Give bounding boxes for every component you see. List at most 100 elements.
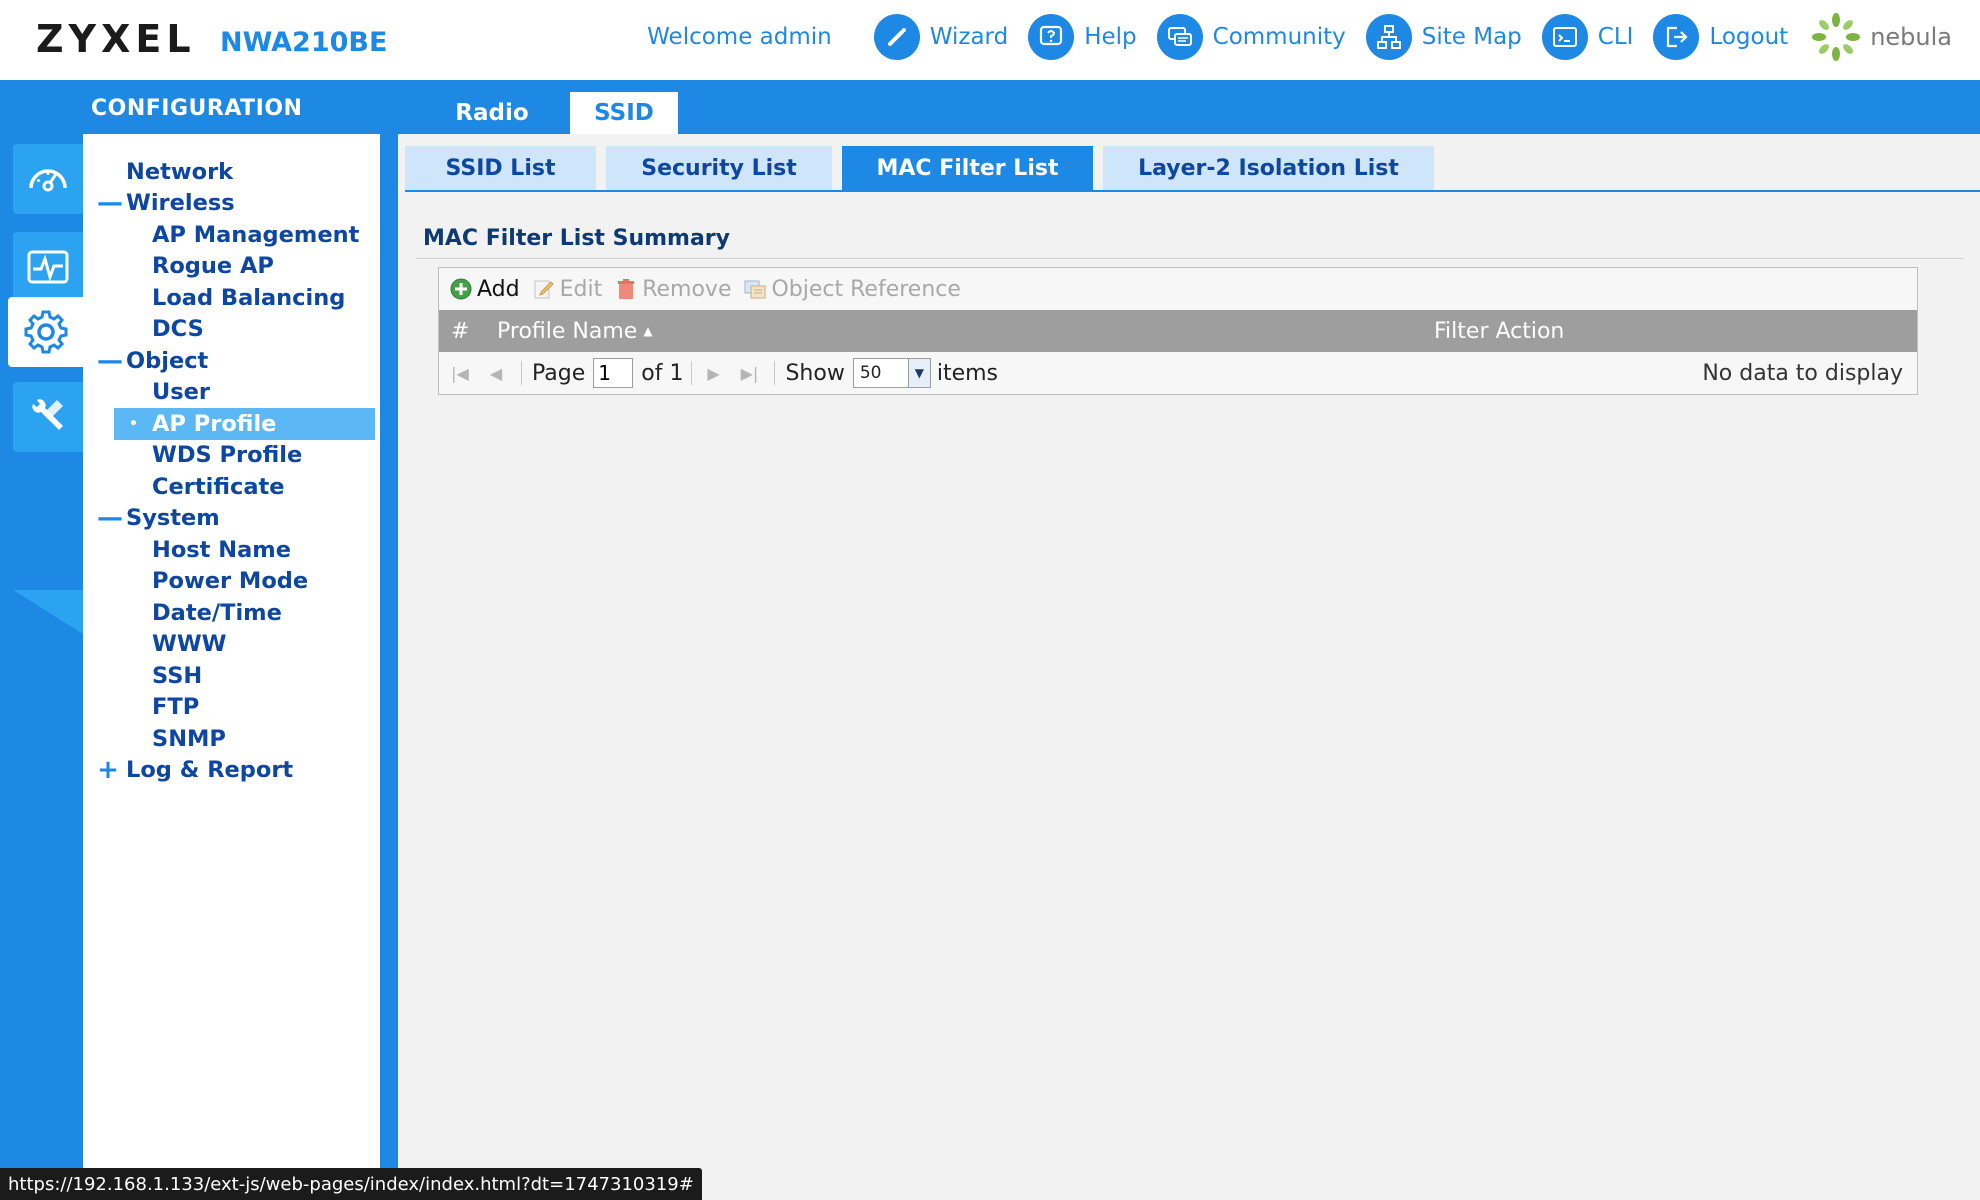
section-title: CONFIGURATION [91,96,303,121]
items-per-page-select[interactable]: 50 ▼ [852,358,931,388]
sub-tab-bar: SSID List Security List MAC Filter List … [405,146,1444,190]
logout-link[interactable]: Logout [1653,14,1788,60]
nebula-link[interactable]: nebula [1810,11,1952,63]
panel-splitter[interactable] [380,134,398,1200]
remove-label: Remove [642,276,732,302]
page-label: Page [532,360,586,386]
trash-icon [618,279,635,299]
tree-item-snmp[interactable]: SNMP [83,723,380,755]
tree-label: Wireless [126,190,235,217]
subtab-security-list[interactable]: Security List [606,146,832,190]
grid-toolbar: Add Edit Remove Object Reference [439,268,1917,310]
show-label: Show [785,360,845,386]
tree-label: System [126,505,220,532]
monitor-icon [27,250,69,284]
previous-page-icon[interactable]: ◀ [485,361,507,385]
object-reference-button[interactable]: Object Reference [743,277,961,302]
no-data-message: No data to display [1702,360,1903,386]
nebula-icon [1812,13,1861,61]
tree-item-log-report[interactable]: + Log & Report [83,755,380,787]
tree-item-ap-management[interactable]: AP Management [83,219,380,251]
tree-label: WDS Profile [152,442,303,469]
page-number-input[interactable] [593,358,634,388]
community-link[interactable]: Community [1156,14,1346,60]
wizard-link[interactable]: Wizard [873,14,1008,60]
tree-label: Network [126,158,234,185]
remove-button[interactable]: Remove [614,277,731,302]
collapse-icon[interactable]: — [97,503,123,533]
tree-label: Object [126,347,209,374]
tab-ssid[interactable]: SSID [570,92,678,134]
last-page-icon[interactable]: ▶| [738,361,760,385]
tree-label: DCS [152,316,204,343]
items-label: items [936,360,999,386]
tree-item-wds-profile[interactable]: WDS Profile [83,440,380,472]
logout-icon [1653,14,1700,60]
column-header-label: Profile Name [497,318,638,344]
chat-icon [1156,14,1203,60]
edit-button[interactable]: Edit [532,276,603,302]
subtab-ssid-list[interactable]: SSID List [405,146,596,190]
rail-maintenance-button[interactable] [13,382,83,452]
tree-item-load-balancing[interactable]: Load Balancing [83,282,380,314]
left-rail [0,134,83,1200]
rail-configuration-button[interactable] [8,297,83,367]
tree-item-ap-profile[interactable]: • AP Profile [114,408,375,440]
next-page-icon[interactable]: ▶ [702,361,724,385]
tree-item-wireless[interactable]: — Wireless [83,188,380,220]
cli-label: CLI [1597,24,1634,50]
tree-item-certificate[interactable]: Certificate [83,471,380,503]
collapse-icon[interactable]: — [97,188,123,218]
first-page-icon[interactable]: |◀ [449,361,471,385]
navigation-tree: Network — Wireless AP Management Rogue AP… [83,156,380,786]
tree-label: Load Balancing [152,284,346,311]
collapse-icon[interactable]: — [97,346,123,376]
pager-separator [691,361,693,385]
tree-label: Certificate [152,473,285,500]
tree-item-user[interactable]: User [83,377,380,409]
expand-icon[interactable]: + [97,755,119,785]
terminal-icon [1541,14,1588,60]
tree-label: Date/Time [152,599,282,626]
tab-radio[interactable]: Radio [418,92,566,134]
gear-icon [24,310,67,354]
tree-item-ftp[interactable]: FTP [83,692,380,724]
tree-item-network[interactable]: Network [83,156,380,188]
object-reference-icon [744,280,766,299]
welcome-text: Welcome admin [647,24,832,50]
rail-dashboard-button[interactable] [13,144,83,214]
column-header-profile-name[interactable]: Profile Name ▲ [497,319,653,344]
tree-label: SNMP [152,725,226,752]
add-button[interactable]: Add [449,277,520,302]
tree-label: AP Profile [152,410,277,437]
tree-item-system[interactable]: — System [83,503,380,535]
column-header-filter-action[interactable]: Filter Action [1434,319,1564,344]
edit-label: Edit [559,276,603,302]
tree-item-ssh[interactable]: SSH [83,660,380,692]
dashboard-icon [29,169,67,192]
help-link[interactable]: Help [1028,14,1137,60]
site-map-link[interactable]: Site Map [1365,14,1522,60]
add-label: Add [477,276,520,302]
subtab-layer2-isolation-list[interactable]: Layer-2 Isolation List [1103,146,1434,190]
tree-item-power-mode[interactable]: Power Mode [83,566,380,598]
tree-item-object[interactable]: — Object [83,345,380,377]
selected-dot-icon: • [129,415,138,432]
tree-label: User [152,379,211,406]
sub-tab-underline [405,190,1980,192]
sort-ascending-icon: ▲ [643,324,653,338]
tree-item-www[interactable]: WWW [83,629,380,661]
pager-separator [521,361,522,385]
chevron-down-icon[interactable]: ▼ [907,359,930,387]
sitemap-icon [1365,14,1412,60]
tree-label: Host Name [152,536,291,563]
top-navigation: Welcome admin Wizard Help Community Site… [647,12,1952,62]
cli-link[interactable]: CLI [1541,14,1634,60]
tree-item-rogue-ap[interactable]: Rogue AP [83,251,380,283]
rail-monitor-button[interactable] [13,232,83,302]
tree-item-date-time[interactable]: Date/Time [83,597,380,629]
subtab-mac-filter-list[interactable]: MAC Filter List [842,146,1093,190]
tree-item-host-name[interactable]: Host Name [83,534,380,566]
column-header-number: # [451,318,470,344]
tree-item-dcs[interactable]: DCS [83,314,380,346]
